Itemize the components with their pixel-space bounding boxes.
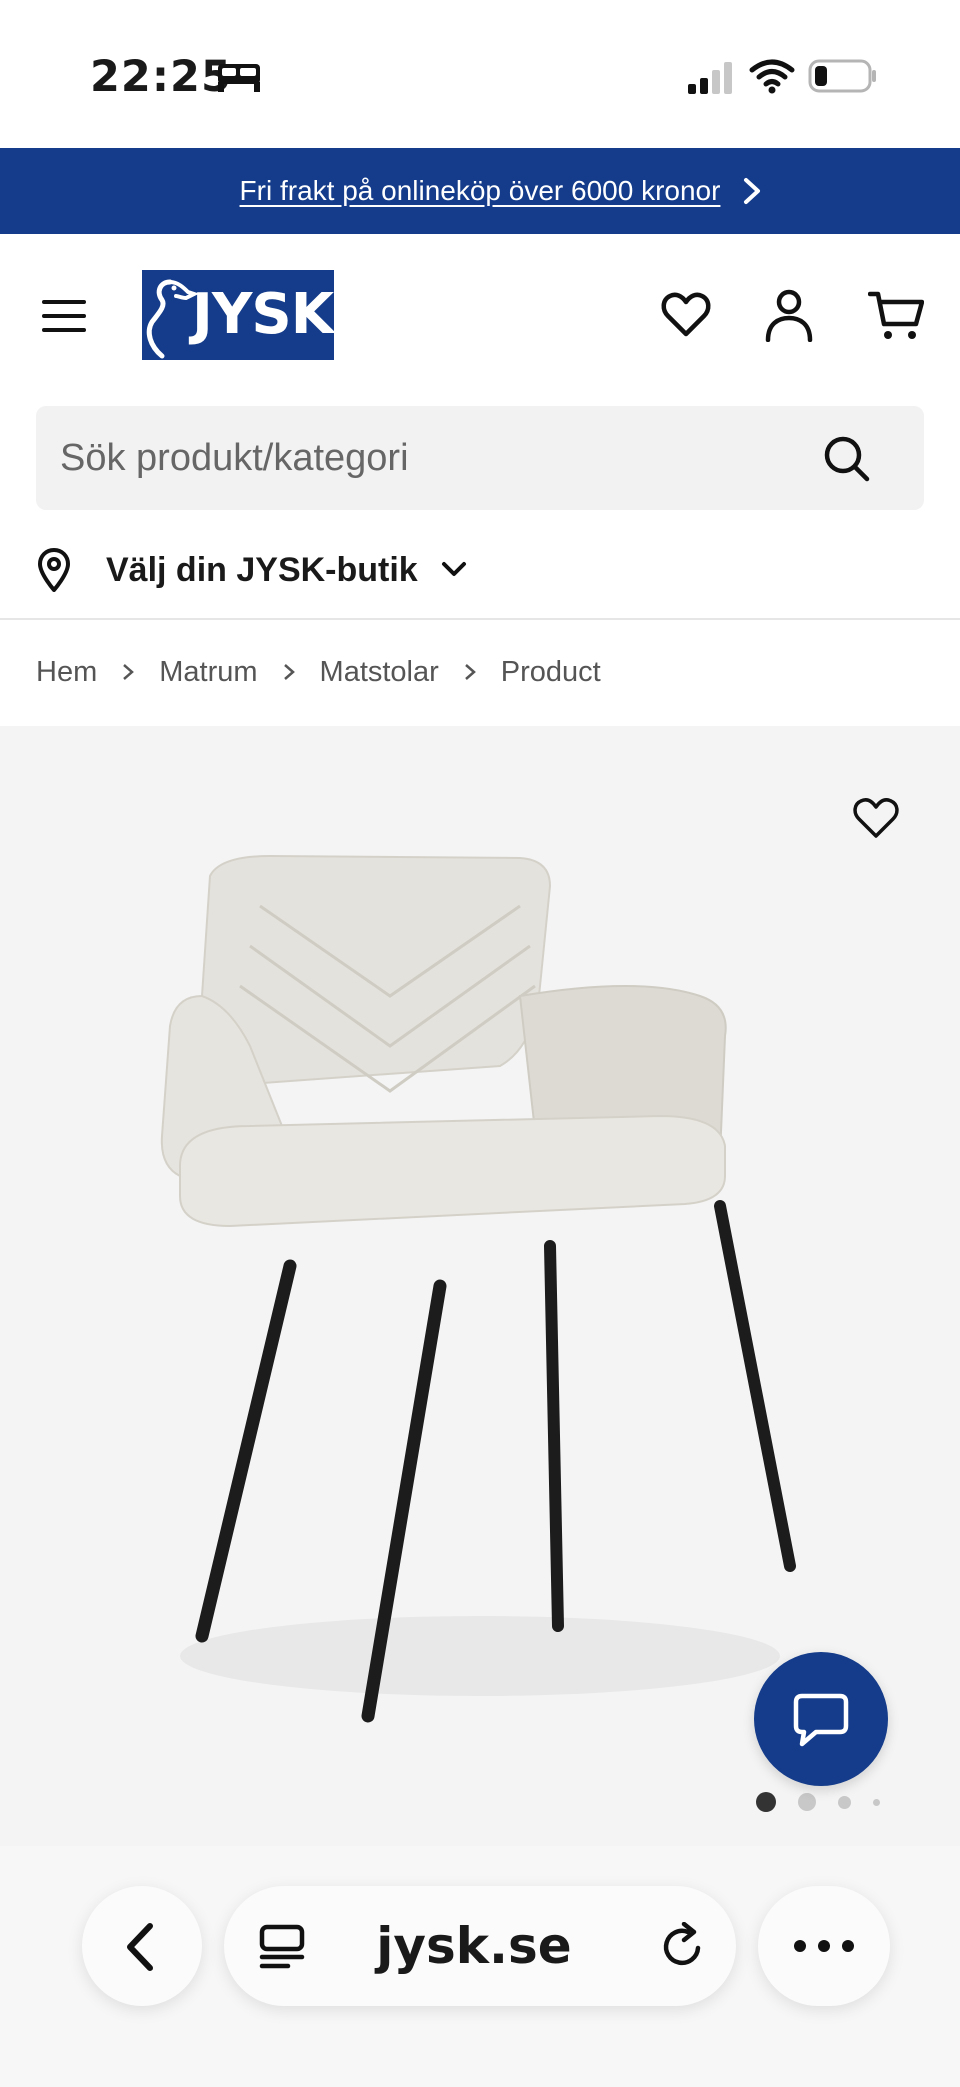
chat-button[interactable]: [754, 1652, 888, 1786]
reload-icon[interactable]: [658, 1922, 708, 1972]
breadcrumb: Hem Matrum Matstolar Product: [36, 650, 601, 694]
breadcrumb-item-product: Product: [500, 655, 601, 688]
bed-icon: [218, 64, 260, 92]
battery-icon: [808, 59, 876, 93]
chevron-right-icon: [744, 178, 760, 204]
wifi-icon: [749, 59, 795, 94]
chevron-left-icon: [127, 1923, 153, 1971]
promo-banner[interactable]: Fri frakt på onlineköp över 6000 kronor: [0, 148, 960, 234]
chevron-down-icon: [441, 562, 466, 576]
cart-icon[interactable]: [868, 288, 924, 342]
site-header: JYSK: [0, 234, 960, 396]
favorite-heart-icon[interactable]: [852, 796, 900, 840]
menu-icon[interactable]: [40, 296, 88, 336]
address-bar[interactable]: jysk.se: [224, 1886, 736, 2006]
store-selector[interactable]: Välj din JYSK-butik: [36, 540, 476, 600]
reader-mode-icon[interactable]: [258, 1924, 306, 1970]
gallery-pagination[interactable]: [756, 1792, 880, 1812]
search-bar: [36, 406, 924, 510]
browser-back-button[interactable]: [82, 1886, 202, 2006]
pagination-dot[interactable]: [838, 1795, 851, 1809]
status-bar: 22:25: [0, 0, 960, 148]
pagination-dot-active[interactable]: [756, 1792, 776, 1812]
more-dots-icon: [794, 1940, 854, 1952]
breadcrumb-item-matstolar[interactable]: Matstolar: [320, 656, 439, 689]
browser-toolbar: jysk.se: [0, 1846, 960, 2087]
breadcrumb-item-hem[interactable]: Hem: [36, 656, 97, 689]
status-time: 22:25: [90, 52, 232, 102]
search-icon[interactable]: [822, 434, 872, 484]
heart-icon[interactable]: [660, 290, 712, 340]
search-input[interactable]: [60, 406, 820, 510]
chevron-right-icon: [464, 664, 476, 680]
chat-bubble-icon: [793, 1693, 849, 1747]
location-pin-icon: [38, 548, 70, 592]
breadcrumb-item-matrum[interactable]: Matrum: [159, 656, 257, 689]
promo-link[interactable]: Fri frakt på onlineköp över 6000 kronor: [240, 175, 721, 207]
product-image-chair: [160, 854, 796, 1723]
logo-text: JYSK: [192, 282, 334, 347]
chevron-right-icon: [283, 664, 295, 680]
pagination-dot[interactable]: [798, 1793, 816, 1811]
header-divider: [0, 618, 960, 620]
more-options-button[interactable]: [758, 1886, 890, 2006]
chevron-right-icon: [123, 664, 135, 680]
store-selector-label: Välj din JYSK-butik: [106, 550, 418, 589]
pagination-dot[interactable]: [873, 1798, 880, 1806]
url-text: jysk.se: [376, 1917, 572, 1975]
cellular-signal-icon: [688, 62, 732, 94]
user-icon[interactable]: [764, 288, 814, 342]
jysk-logo[interactable]: JYSK: [142, 270, 334, 360]
